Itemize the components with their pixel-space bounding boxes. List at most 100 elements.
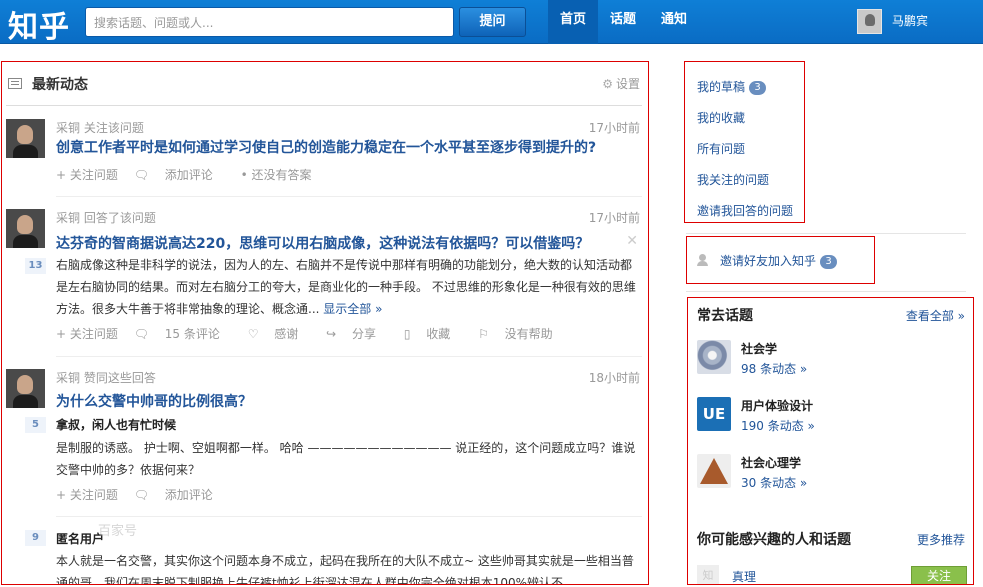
add-comment-link[interactable]: 🗨 添加评论 (134, 488, 225, 502)
feed-item-time: 17小时前 (588, 211, 640, 225)
topic-name[interactable]: 社会学 (741, 340, 777, 357)
follow-question-link[interactable]: + 关注问题 (56, 488, 118, 502)
invite-friends-link[interactable]: 邀请好友加入知乎 3 (720, 252, 838, 269)
zhihu-logo[interactable]: 知乎 (8, 2, 70, 46)
topic-count-link[interactable]: 190 条动态 » (741, 417, 815, 434)
comment-icon: 🗨 (133, 327, 153, 341)
follow-question-link[interactable]: + 关注问题 (56, 327, 118, 341)
add-comment-label: 添加评论 (164, 168, 213, 182)
topic-image[interactable] (697, 454, 731, 488)
person-avatar[interactable]: 知 (697, 565, 719, 584)
share-icon: ↪ (326, 327, 340, 341)
gear-icon: ⚙ (602, 77, 613, 91)
show-all-link[interactable]: 显示全部 » (323, 302, 382, 316)
ask-button[interactable]: 提问 (459, 7, 526, 37)
sidebar-item-followed-questions[interactable]: 我关注的问题 (697, 171, 769, 188)
feed-item-actions: + 关注问题 🗨 添加评论 • 还没有答案 (56, 166, 324, 183)
topic-name[interactable]: 社会心理学 (741, 454, 801, 471)
topic-image[interactable] (697, 340, 731, 374)
divider (56, 516, 642, 517)
sidebar-item-label: 我的草稿 (697, 80, 746, 94)
feed-item-actions: + 关注问题 🗨 15 条评论 ♡ 感谢 ↪ 分享 ▯ 收藏 ⚐ 没有帮助 (56, 325, 577, 342)
not-helpful-link[interactable]: ⚐ 没有帮助 (478, 327, 565, 341)
more-recommendations-link[interactable]: 更多推荐 (917, 531, 965, 548)
nav-notifications[interactable]: 通知 (654, 0, 694, 44)
feed-item: 采铜 回答了该问题 17小时前 达芬奇的智商据说高达220，思维可以用右脑成像，… (6, 209, 642, 349)
question-title[interactable]: 达芬奇的智商据说高达220，思维可以用右脑成像，这种说法有依据吗？可以借鉴吗？ (56, 233, 589, 253)
user-avatar[interactable] (857, 9, 882, 34)
sidebar-item-drafts[interactable]: 我的草稿 3 (697, 78, 767, 95)
feed-header: 最新动态 ⚙ 设置 (6, 73, 642, 106)
thanks-label: 感谢 (274, 327, 299, 341)
comments-label: 15 条评论 (164, 327, 220, 341)
frequent-topics-title: 常去话题 (697, 308, 753, 324)
nav-topics[interactable]: 话题 (603, 0, 643, 44)
frequent-topics-panel: 常去话题 查看全部 » 社会学 98 条动态 » UE 用户体验设计 190 条… (687, 297, 974, 585)
divider (686, 291, 966, 292)
vote-count[interactable]: 5 (25, 417, 46, 433)
sidebar-links: 我的草稿 3 我的收藏 所有问题 我关注的问题 邀请我回答的问题 (684, 61, 805, 223)
sidebar-item-collections[interactable]: 我的收藏 (697, 109, 745, 126)
share-link[interactable]: ↪ 分享 (326, 327, 388, 341)
person-name[interactable]: 真理 (732, 568, 756, 584)
avatar[interactable] (6, 209, 45, 248)
question-title[interactable]: 创意工作者平时是如何通过学习使自己的创造能力稳定在一个水平甚至逐步得到提升的? (56, 137, 596, 157)
follow-button[interactable]: 关注 (911, 566, 967, 584)
topic-count-link[interactable]: 98 条动态 » (741, 360, 807, 377)
search-input[interactable]: 搜索话题、问题或人... (85, 7, 454, 37)
feed-settings[interactable]: ⚙ 设置 (602, 75, 640, 92)
user-name[interactable]: 马鹏宾 (892, 12, 928, 29)
add-comment-label: 添加评论 (164, 488, 213, 502)
sidebar-item-all-questions[interactable]: 所有问题 (697, 140, 745, 157)
invite-friends-label: 邀请好友加入知乎 (720, 254, 817, 268)
follow-question-link[interactable]: + 关注问题 (56, 168, 118, 182)
divider (56, 196, 642, 197)
add-comment-link[interactable]: 🗨 添加评论 (134, 168, 225, 182)
topic-item: 社会学 98 条动态 » (697, 340, 967, 376)
answer-author: 匿名用户 (56, 532, 105, 546)
feed-item: 采铜 赞同这些回答 18小时前 为什么交警中帅哥的比例很高？ 5 拿叔，闲人也有… (6, 369, 642, 509)
feed-title: 最新动态 (32, 77, 88, 93)
topic-count-link[interactable]: 30 条动态 » (741, 474, 807, 491)
watermark: 百家号 (98, 524, 138, 539)
thanks-link[interactable]: ♡ 感谢 (248, 327, 311, 341)
not-helpful-label: 没有帮助 (504, 327, 553, 341)
bookmark-icon: ▯ (403, 327, 415, 341)
feed-item-actions: + 关注问题 🗨 添加评论 (56, 486, 237, 503)
comments-link[interactable]: 🗨 15 条评论 (134, 327, 232, 341)
interest-title: 你可能感兴趣的人和话题 (697, 532, 851, 548)
topic-item: 社会心理学 30 条动态 » (697, 454, 967, 490)
vote-count[interactable]: 9 (25, 530, 46, 546)
feed-list-icon (8, 78, 22, 89)
topic-name[interactable]: 用户体验设计 (741, 397, 813, 414)
collect-link[interactable]: ▯ 收藏 (404, 327, 462, 341)
divider (686, 233, 966, 234)
close-icon[interactable]: ✕ (626, 233, 638, 249)
answer-author[interactable]: 拿叔，闲人也有忙时候 (56, 416, 176, 433)
nav-home[interactable]: 首页 (548, 0, 598, 44)
topic-image[interactable]: UE (697, 397, 731, 431)
add-user-icon (697, 254, 710, 266)
topic-item: UE 用户体验设计 190 条动态 » (697, 397, 967, 433)
answer-excerpt: 右脑成像这种是非科学的说法，因为人的左、右脑并不是传说中那样有明确的功能划分，绝… (56, 254, 640, 320)
feed-item: 采铜 关注该问题 17小时前 创意工作者平时是如何通过学习使自己的创造能力稳定在… (6, 119, 642, 189)
answer-excerpt: 本人就是一名交警，其实你这个问题本身不成立，起码在我所在的大队不成立~ 这些帅哥… (56, 554, 634, 585)
question-title[interactable]: 为什么交警中帅哥的比例很高？ (56, 391, 252, 411)
answer-excerpt: 是制服的诱惑。 护士啊、空姐啊都一样。 哈哈 ———————————— 说正经的… (56, 441, 636, 477)
feed-item-meta: 采铜 赞同这些回答 (56, 371, 156, 385)
sidebar-item-invited-questions[interactable]: 邀请我回答的问题 (697, 202, 793, 219)
flag-icon: ⚐ (478, 327, 493, 341)
avatar[interactable] (6, 119, 45, 158)
avatar[interactable] (6, 369, 45, 408)
feed-item-time: 17小时前 (588, 121, 640, 135)
feed-item-time: 18小时前 (588, 371, 640, 385)
vote-count[interactable]: 13 (25, 258, 46, 274)
see-all-link[interactable]: 查看全部 » (906, 307, 965, 324)
feed-item-meta: 采铜 回答了该问题 (56, 211, 156, 225)
share-label: 分享 (351, 327, 376, 341)
divider (56, 356, 642, 357)
feed-settings-label: 设置 (615, 77, 640, 91)
top-navbar: 知乎 搜索话题、问题或人... 提问 首页 话题 通知 马鹏宾 (0, 0, 983, 46)
invite-friends-box: 邀请好友加入知乎 3 (686, 236, 875, 284)
no-answer-label: • 还没有答案 (240, 168, 312, 182)
